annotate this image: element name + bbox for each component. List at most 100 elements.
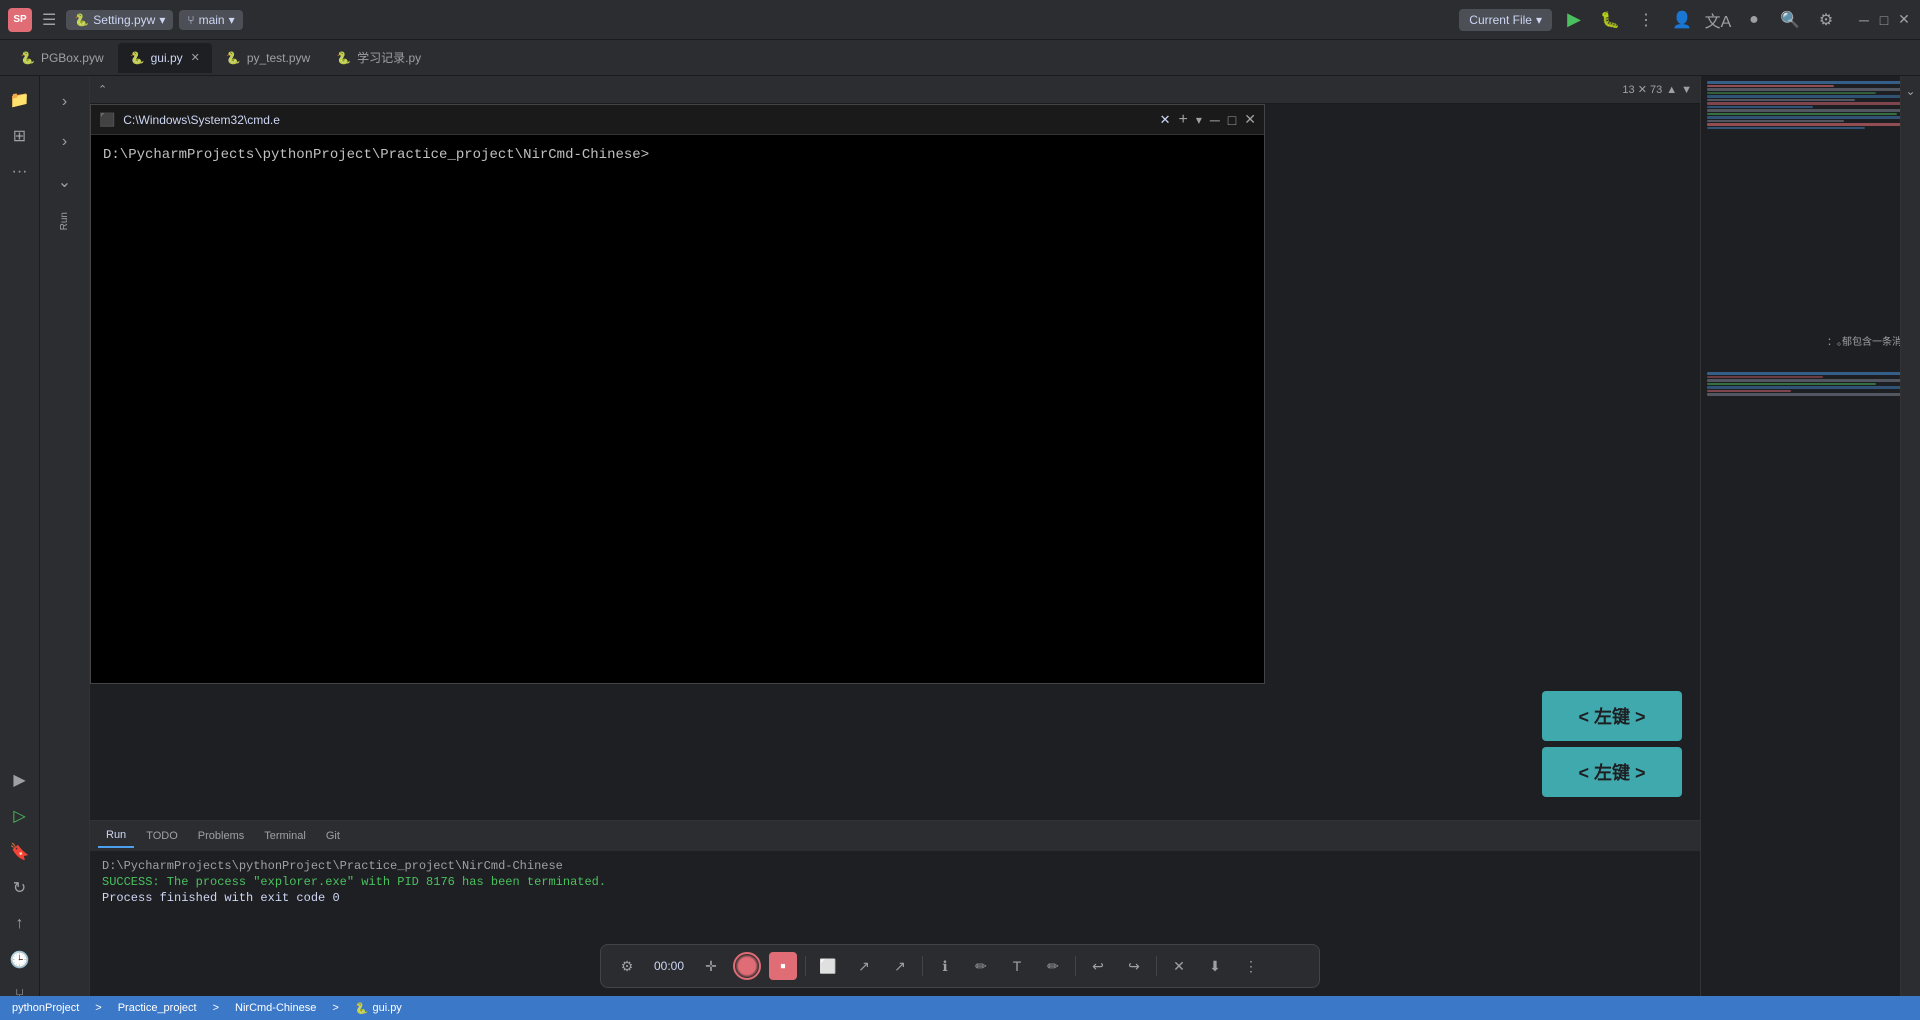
toolbar-divider-3 <box>1075 956 1076 976</box>
tab-xuexi-label: 学习记录.py <box>357 49 421 66</box>
bottom-path-line: D:\PycharmProjects\pythonProject\Practic… <box>102 859 1688 873</box>
toolbar-move-button[interactable]: ✛ <box>697 952 725 980</box>
tab-gui-icon: 🐍 <box>130 51 145 65</box>
toolbar-action2-button[interactable]: ↗ <box>850 952 878 980</box>
hamburger-menu-icon[interactable]: ☰ <box>38 6 60 34</box>
bottom-tab-todo[interactable]: TODO <box>138 824 186 848</box>
branch-badge[interactable]: ⑂ main ▾ <box>179 10 242 30</box>
current-file-button[interactable]: Current File ▾ <box>1459 9 1552 31</box>
profile-icon[interactable]: 👤 <box>1668 6 1696 34</box>
toolbar-undo-button[interactable]: ↩ <box>1084 952 1112 980</box>
toolbar-download-button[interactable]: ⬇ <box>1201 952 1229 980</box>
minimap-line <box>1707 123 1914 126</box>
run-panel-btn-chevron-right[interactable]: › <box>47 84 83 120</box>
bottom-tab-terminal[interactable]: Terminal <box>256 824 314 848</box>
editor-header-chevron-up: ⌃ <box>98 83 107 96</box>
toolbar-draw-button[interactable]: ✏ <box>1039 952 1067 980</box>
settings-icon[interactable]: ⚙ <box>1812 6 1840 34</box>
sidebar-icon-run[interactable]: ▶ <box>4 764 36 796</box>
sidebar-icon-folder[interactable]: 📁 <box>4 84 36 116</box>
status-practice[interactable]: Practice_project <box>118 1002 197 1014</box>
minimap-line <box>1707 113 1897 115</box>
tab-gui[interactable]: 🐍 gui.py ✕ <box>118 43 212 73</box>
app-icon-label: SP <box>13 14 26 25</box>
toolbar-record-button[interactable] <box>733 952 761 980</box>
more-options-button[interactable]: ⋮ <box>1632 6 1660 34</box>
tab-pytest[interactable]: 🐍 py_test.pyw <box>214 43 322 73</box>
bottom-tab-run-label: Run <box>106 829 126 841</box>
sidebar-icon-bookmark[interactable]: 🔖 <box>4 836 36 868</box>
status-nircmd[interactable]: NirCmd-Chinese <box>235 1002 316 1014</box>
bottom-tab-git-label: Git <box>326 830 340 842</box>
status-file[interactable]: 🐍 gui.py <box>355 1002 402 1015</box>
run-panel-btn-chevron-down[interactable]: ⌄ <box>47 164 83 200</box>
toolbar-info-button[interactable]: ℹ <box>931 952 959 980</box>
project-file-dropdown-icon: ▾ <box>159 13 165 27</box>
bottom-tab-run[interactable]: Run <box>98 824 134 848</box>
maximize-button[interactable]: □ <box>1876 12 1892 28</box>
branch-icon: ⑂ <box>187 13 194 27</box>
minimize-button[interactable]: ─ <box>1856 12 1872 28</box>
avatar-icon[interactable]: ● <box>1740 6 1768 34</box>
cmd-close-button[interactable]: ✕ <box>1244 111 1256 128</box>
bottom-tab-problems[interactable]: Problems <box>190 824 252 848</box>
sidebar-icon-refresh[interactable]: ↻ <box>4 872 36 904</box>
tab-xuexi[interactable]: 🐍 学习记录.py <box>324 43 433 73</box>
top-bar-left: SP ☰ 🐍 Setting.pyw ▾ ⑂ main ▾ <box>8 6 1451 34</box>
toolbar-action3-button[interactable]: ↗ <box>886 952 914 980</box>
zuojian-button-1[interactable]: < 左键 > <box>1542 691 1682 741</box>
status-project[interactable]: pythonProject <box>12 1002 79 1014</box>
run-button[interactable]: ▶ <box>1560 6 1588 34</box>
status-file-icon: 🐍 <box>355 1002 369 1015</box>
editor-chevron-up[interactable]: ▲ <box>1666 84 1677 96</box>
toolbar-stop-button[interactable]: ⏹ <box>769 952 797 980</box>
tab-gui-close-icon[interactable]: ✕ <box>191 51 200 64</box>
minimap-line <box>1707 109 1914 112</box>
current-file-dropdown-icon: ▾ <box>1536 13 1542 27</box>
window-controls: ─ □ ✕ <box>1856 12 1912 28</box>
tab-pgbox[interactable]: 🐍 PGBox.pyw <box>8 43 116 73</box>
status-nircmd-label: NirCmd-Chinese <box>235 1002 316 1014</box>
minimap-line <box>1707 99 1855 101</box>
editor-header: ⌃ 13 ✕ 73 ▲ ▼ <box>90 76 1700 104</box>
sidebar-icon-history[interactable]: 🕒 <box>4 944 36 976</box>
translate-icon[interactable]: 文A <box>1704 6 1732 34</box>
app-icon: SP <box>8 8 32 32</box>
cmd-plus-icon[interactable]: + <box>1179 111 1188 129</box>
right-panel-icon[interactable]: ⌄ <box>1905 84 1915 98</box>
search-icon[interactable]: 🔍 <box>1776 6 1804 34</box>
sidebar-icon-dots[interactable]: ··· <box>4 156 36 188</box>
cmd-title-text: C:\Windows\System32\cmd.e <box>123 113 1151 127</box>
toolbar-redo-button[interactable]: ↪ <box>1120 952 1148 980</box>
minimap-line <box>1707 106 1813 108</box>
toolbar-close-button[interactable]: ✕ <box>1165 952 1193 980</box>
project-badge[interactable]: 🐍 Setting.pyw ▾ <box>66 10 173 30</box>
toolbar-action1-button[interactable]: ⬜ <box>814 952 842 980</box>
bottom-tab-problems-label: Problems <box>198 830 244 842</box>
cmd-minimize-button[interactable]: ─ <box>1210 112 1220 128</box>
close-button[interactable]: ✕ <box>1896 12 1912 28</box>
zuojian-button-2[interactable]: < 左键 > <box>1542 747 1682 797</box>
cmd-body[interactable]: D:\PycharmProjects\pythonProject\Practic… <box>91 135 1264 683</box>
cmd-maximize-button[interactable]: □ <box>1228 112 1236 128</box>
run-icon: ▶ <box>1567 9 1581 30</box>
status-practice-label: Practice_project <box>118 1002 197 1014</box>
toolbar-edit-button[interactable]: ✏ <box>967 952 995 980</box>
editor-chevron-down[interactable]: ▼ <box>1681 84 1692 96</box>
toolbar-more-button[interactable]: ⋮ <box>1237 952 1265 980</box>
cmd-chevron-icon[interactable]: ▾ <box>1196 113 1202 127</box>
current-file-label: Current File <box>1469 13 1532 27</box>
toolbar-settings-button[interactable]: ⚙ <box>613 952 641 980</box>
bottom-tab-git[interactable]: Git <box>318 824 348 848</box>
debug-button[interactable]: 🐛 <box>1596 6 1624 34</box>
toolbar-text-button[interactable]: T <box>1003 952 1031 980</box>
run-panel-btn-chevron-right2[interactable]: › <box>47 124 83 160</box>
bottom-toolbar: ⚙ 00:00 ✛ ⏹ ⬜ ↗ ↗ ℹ ✏ T ✏ ↩ ↪ ✕ ⬇ ⋮ <box>600 944 1320 988</box>
tab-xuexi-icon: 🐍 <box>336 51 351 65</box>
sidebar-icon-structure[interactable]: ⊞ <box>4 120 36 152</box>
sidebar-icon-run2[interactable]: ▷ <box>4 800 36 832</box>
run-panel-label: Run <box>59 212 70 230</box>
cmd-close-tab-icon[interactable]: ✕ <box>1160 112 1171 128</box>
minimap-line <box>1707 81 1914 84</box>
sidebar-icon-up-arrow[interactable]: ↑ <box>4 908 36 940</box>
